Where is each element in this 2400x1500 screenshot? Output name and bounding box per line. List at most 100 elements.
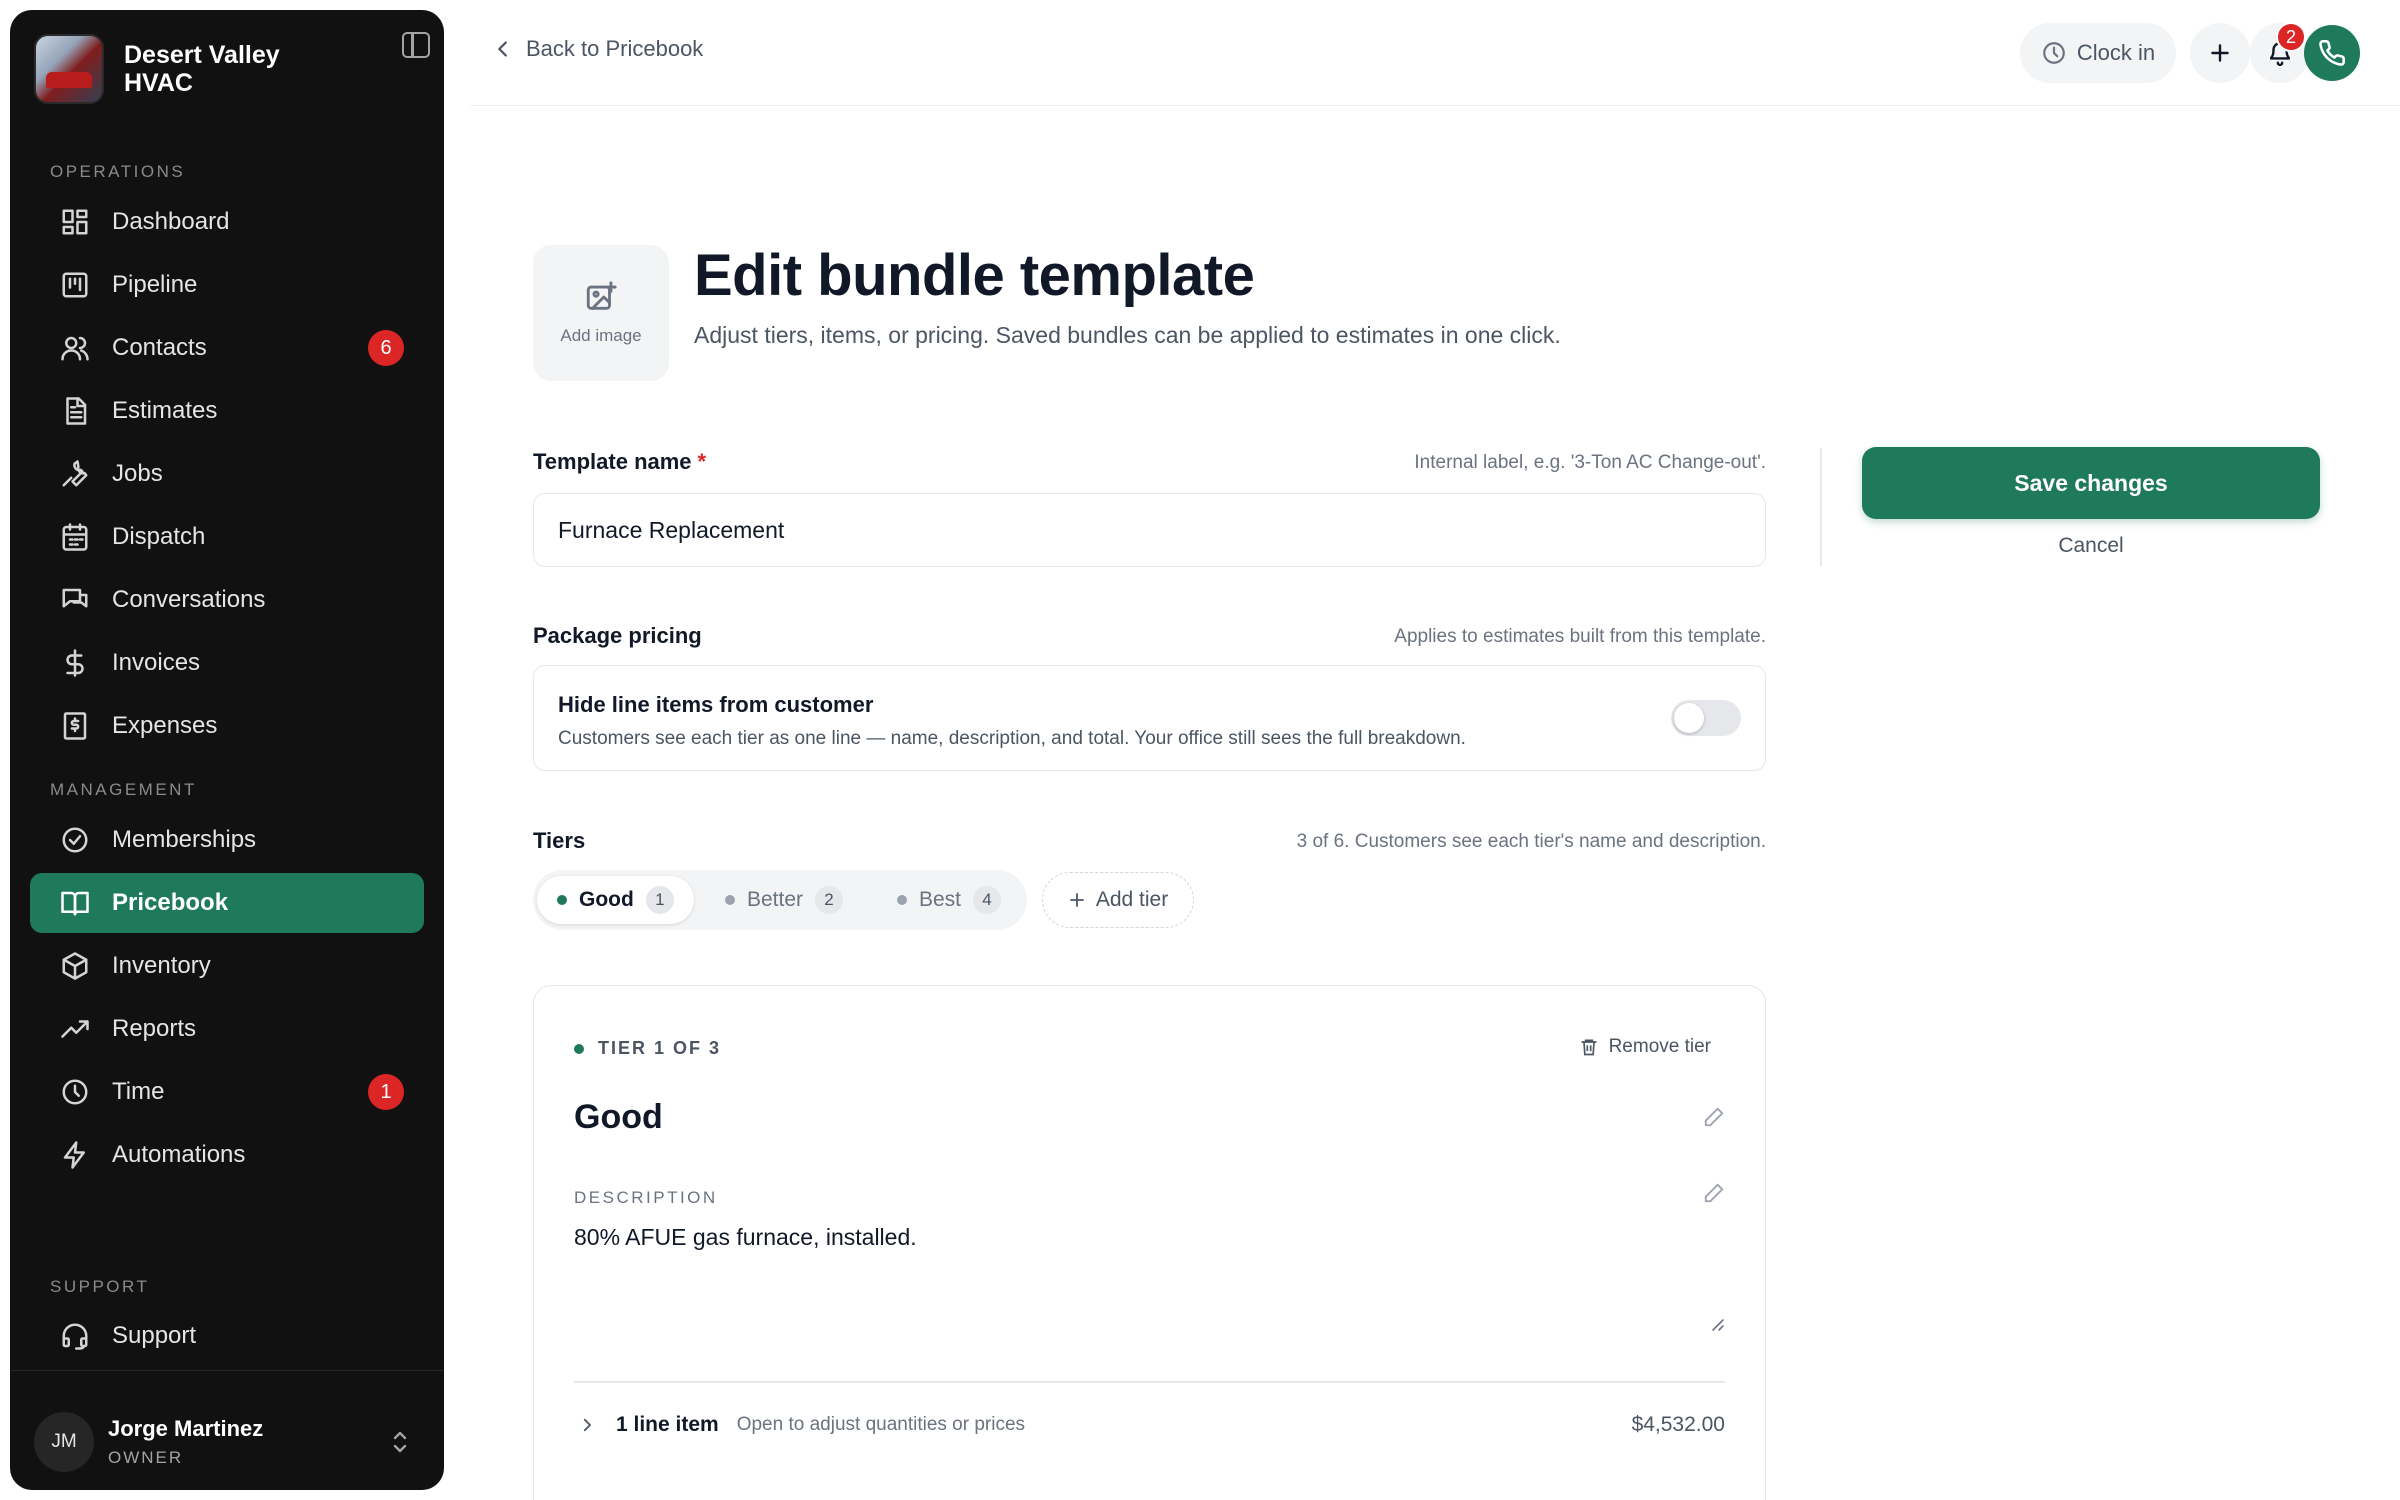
package-pricing-hint: Applies to estimates built from this tem… [1394,626,1766,647]
plus-icon [1069,893,1084,907]
tier-dot [574,1043,584,1054]
box-icon [60,951,90,981]
phone-button[interactable] [2304,25,2360,81]
tier-tabs: Good 1 Better 2 Best 4 [533,870,1027,930]
hide-line-items-title: Hide line items from customer [558,692,874,717]
create-button[interactable] [2190,23,2250,83]
back-to-pricebook-link[interactable]: Back to Pricebook [492,36,703,62]
brand[interactable]: Desert Valley HVAC [34,34,420,104]
sidebar-item-pricebook[interactable]: Pricebook [30,873,424,933]
sidebar-item-label: Expenses [112,712,218,739]
trend-icon [60,1014,90,1044]
tier-tab-label: Best [919,888,962,911]
tier-card: TIER 1 OF 3 Remove tier Good DESCRIPTION… [533,985,1766,1500]
wrench-icon [60,459,90,489]
badge-check-icon [60,825,90,855]
tab-tier-best[interactable]: Best 4 [877,876,1021,924]
tier-position: TIER 1 OF 3 [598,1038,722,1058]
tier-tab-label: Better [747,888,804,911]
phone-icon [2319,40,2345,66]
template-name-input[interactable] [533,493,1766,567]
tiers-label: Tiers [533,828,586,853]
sidebar-item-conversations[interactable]: Conversations [30,570,424,630]
contacts-icon [60,333,90,363]
sidebar-item-label: Jobs [112,460,163,487]
hide-line-items-option: Hide line items from customer Customers … [533,665,1766,771]
remove-tier-label: Remove tier [1608,1036,1711,1057]
sidebar-item-label: Estimates [112,397,218,424]
time-badge: 1 [368,1074,404,1110]
sidebar-item-inventory[interactable]: Inventory [30,936,424,996]
sidebar-item-label: Reports [112,1015,197,1042]
clock-icon [60,1077,90,1107]
sidebar-item-expenses[interactable]: Expenses [30,696,424,756]
user-role: OWNER [108,1448,184,1467]
sidebar-item-jobs[interactable]: Jobs [30,444,424,504]
sidebar-item-invoices[interactable]: Invoices [30,633,424,693]
resize-handle-icon[interactable] [1709,1316,1725,1332]
sidebar-divider [10,1370,444,1371]
sidebar-item-label: Pipeline [112,271,198,298]
edit-description-icon[interactable] [1703,1182,1725,1204]
chevron-left-icon [498,41,507,57]
sidebar-item-pipeline[interactable]: Pipeline [30,255,424,315]
sidebar-item-dashboard[interactable]: Dashboard [30,192,424,252]
template-name-hint: Internal label, e.g. '3-Ton AC Change-ou… [1414,452,1766,473]
tier-description[interactable]: 80% AFUE gas furnace, installed. [574,1224,917,1251]
sidebar-item-memberships[interactable]: Memberships [30,810,424,870]
sidebar-collapse-icon[interactable] [402,32,430,58]
tab-tier-good[interactable]: Good 1 [537,876,694,924]
user-menu[interactable]: JM Jorge Martinez OWNER [34,1410,420,1474]
remove-tier-button[interactable]: Remove tier [1579,1036,1711,1058]
chevron-right-icon [583,1418,591,1432]
line-item-hint: Open to adjust quantities or prices [736,1414,1026,1435]
sidebar-item-dispatch[interactable]: Dispatch [30,507,424,567]
sidebar-item-automations[interactable]: Automations [30,1125,424,1185]
page-title: Edit bundle template [694,243,1255,308]
line-items-toggle[interactable]: 1 line item Open to adjust quantities or… [574,1410,1725,1440]
tiers-hint: 3 of 6. Customers see each tier's name a… [1296,831,1766,852]
sidebar-item-label: Dispatch [112,523,206,550]
dashboard-icon [60,207,90,237]
sidebar-item-label: Conversations [112,586,266,613]
tier-item-count: 4 [973,886,1002,914]
save-changes-button[interactable]: Save changes [1862,447,2320,519]
required-mark: * [697,449,707,474]
tier-item-count: 2 [815,886,844,914]
cancel-button[interactable]: Cancel [1862,534,2320,558]
headset-icon [60,1321,90,1351]
clock-in-button[interactable]: Clock in [2020,23,2176,83]
sidebar: Desert Valley HVAC OPERATIONS Dashboard … [10,10,444,1490]
avatar: JM [34,1412,94,1472]
sidebar-item-label: Dashboard [112,208,230,235]
brand-logo [34,34,104,104]
tab-tier-better[interactable]: Better 2 [705,876,863,924]
sidebar-item-label: Inventory [112,952,211,979]
sidebar-item-label: Support [112,1322,197,1349]
contacts-badge: 6 [368,330,404,366]
actions-divider [1820,448,1822,566]
sidebar-item-reports[interactable]: Reports [30,999,424,1059]
package-pricing-label: Package pricing [533,623,702,648]
trash-icon [1581,1039,1597,1056]
tier-name[interactable]: Good [574,1098,663,1137]
edit-name-icon[interactable] [1703,1106,1725,1128]
clock-icon [2043,42,2065,64]
section-label-management: MANAGEMENT [50,780,197,799]
add-image-label: Add image [560,326,642,345]
tier-eyebrow: TIER 1 OF 3 [574,1038,721,1059]
sidebar-item-label: Time [112,1078,165,1105]
tier-item-count: 1 [645,886,674,914]
add-tier-label: Add tier [1095,888,1169,911]
sidebar-item-contacts[interactable]: Contacts 6 [30,318,424,378]
sidebar-item-time[interactable]: Time 1 [30,1062,424,1122]
hide-line-items-toggle[interactable] [1671,700,1741,736]
sidebar-item-estimates[interactable]: Estimates [30,381,424,441]
image-plus-icon [586,281,617,310]
sidebar-item-label: Automations [112,1141,246,1168]
add-tier-button[interactable]: Add tier [1042,872,1194,928]
add-image-button[interactable]: Add image [533,245,669,381]
pipeline-icon [60,270,90,300]
chevron-up-down-icon[interactable] [390,1426,410,1458]
sidebar-item-support[interactable]: Support [30,1306,424,1366]
